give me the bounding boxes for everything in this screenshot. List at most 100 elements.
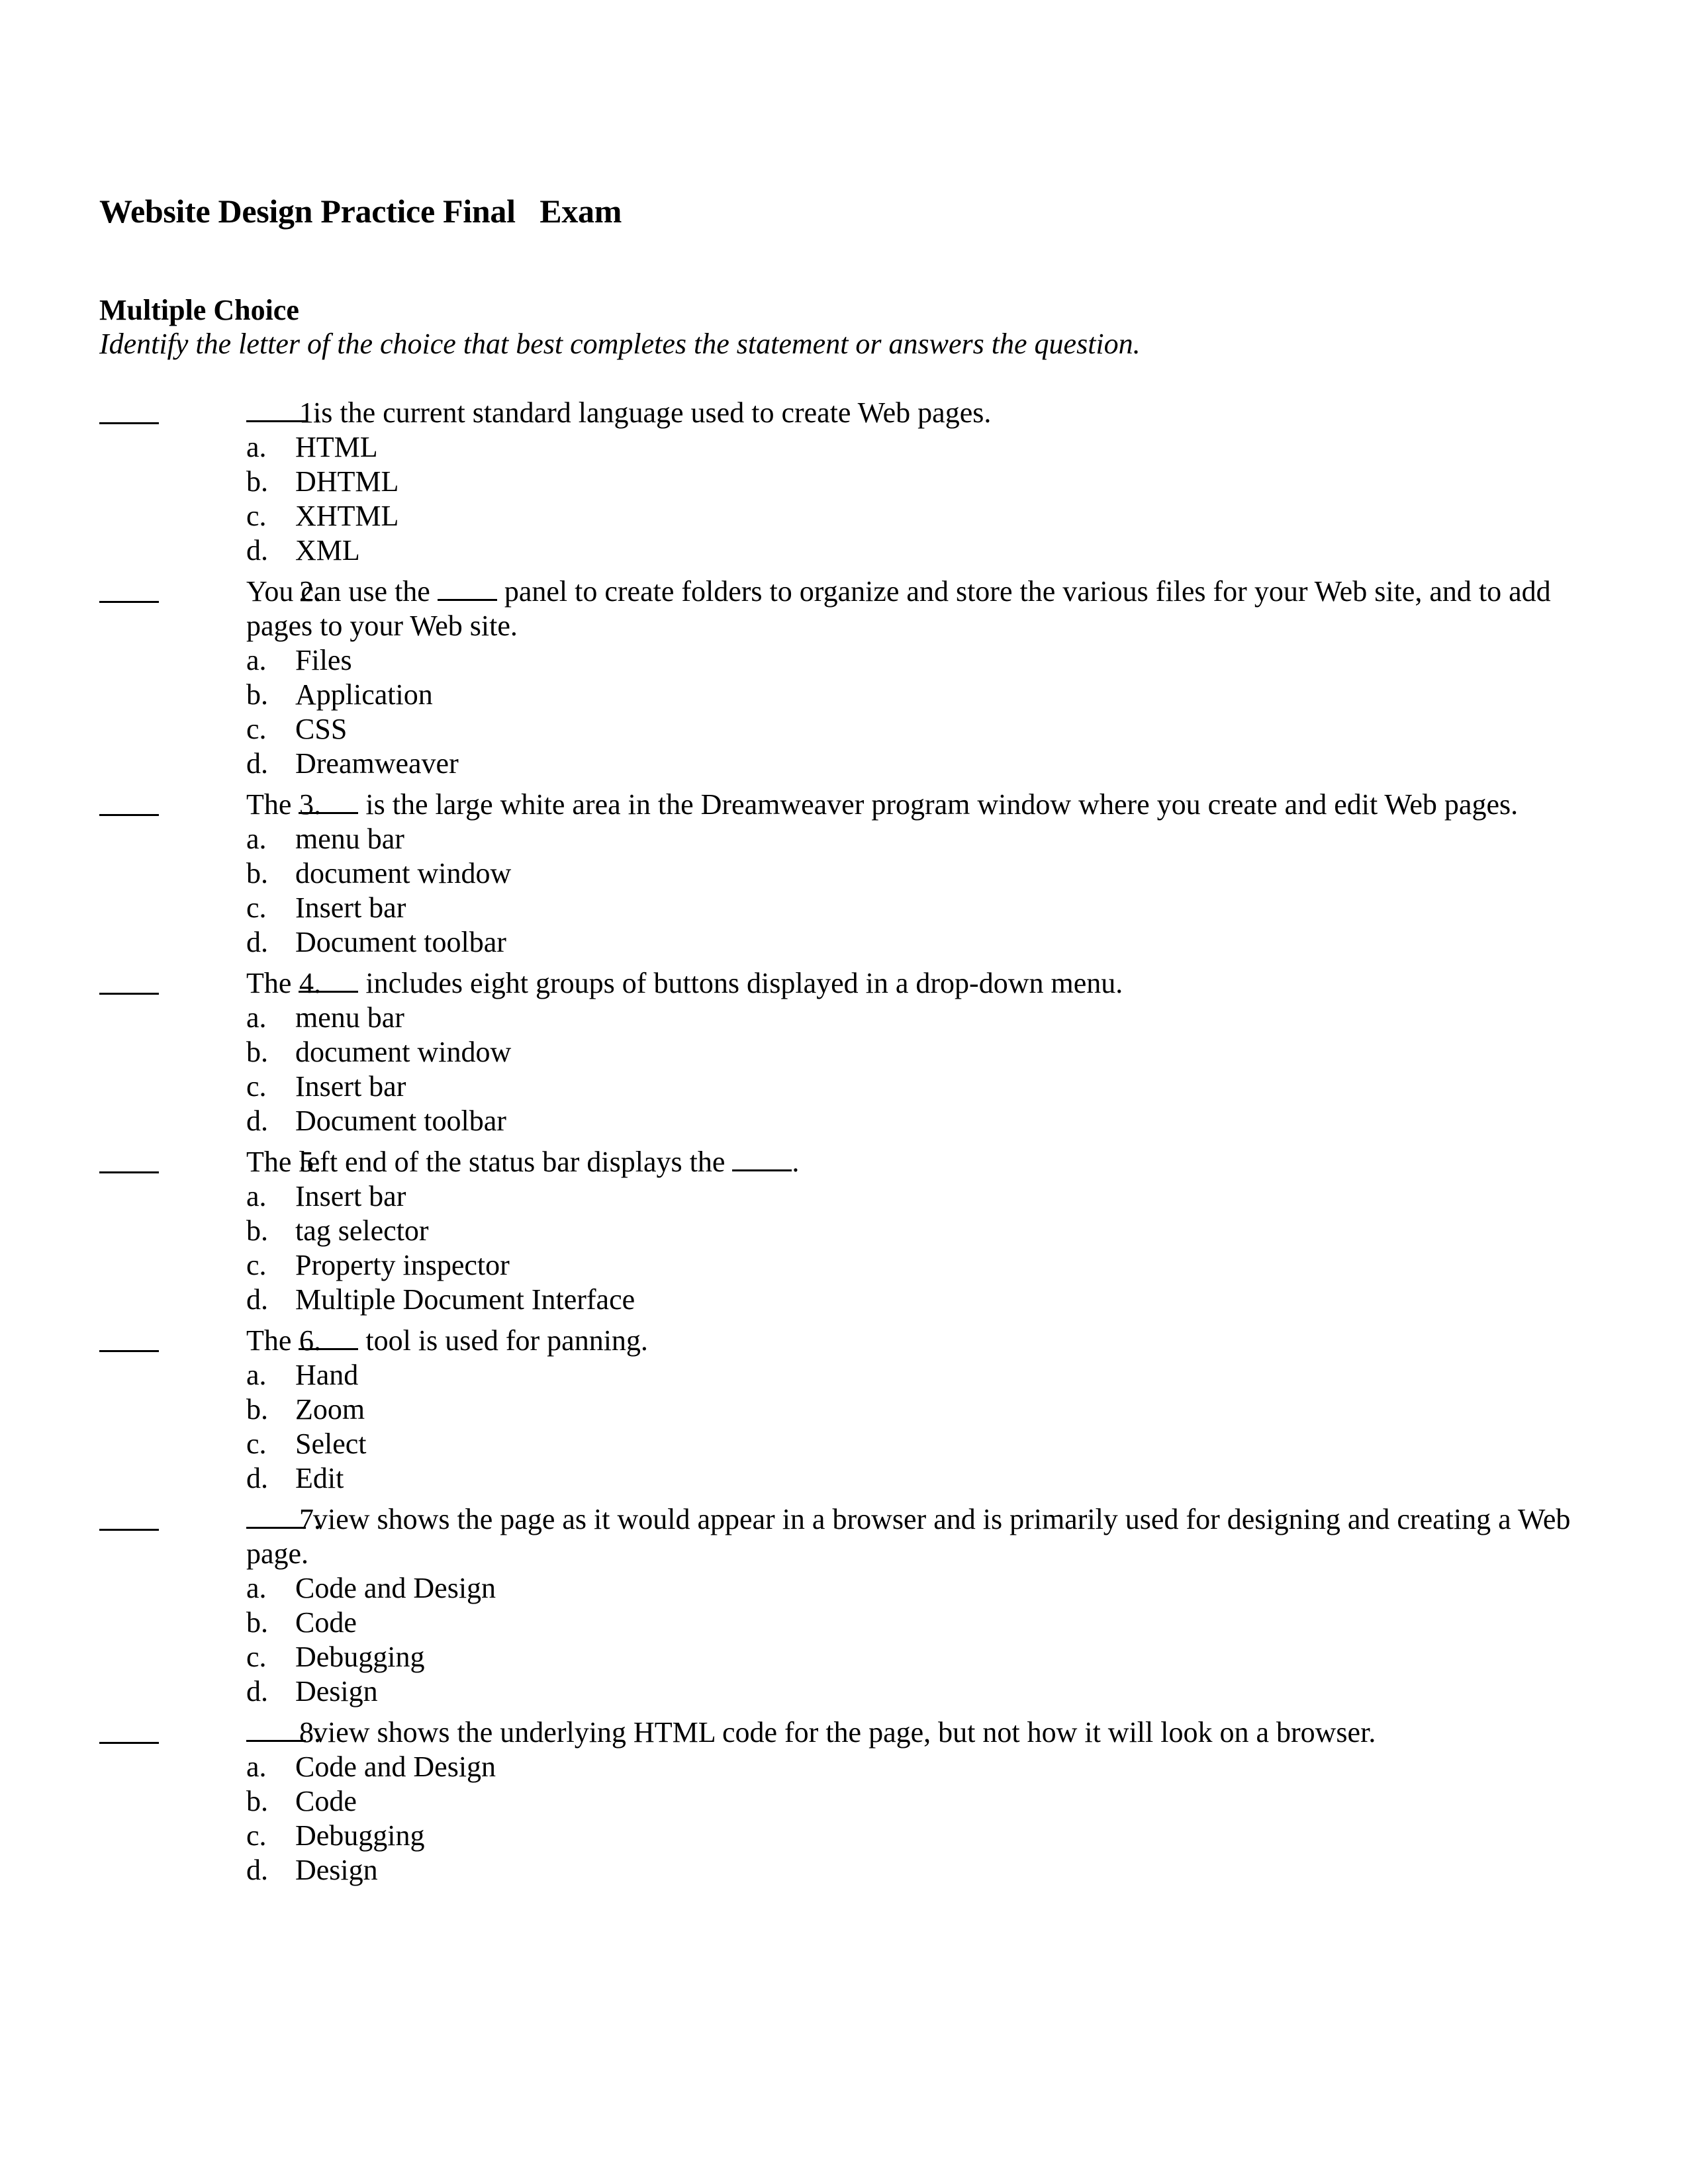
option-text: Code (295, 1606, 357, 1639)
option-letter: a. (246, 1180, 267, 1212)
question-number: 5. (299, 1146, 321, 1178)
answer-blank[interactable] (99, 1715, 159, 1744)
question-list: 1. is the current standard language used… (99, 396, 1595, 1894)
question-stem: The includes eight groups of buttons dis… (246, 966, 1590, 1001)
question-stem: The left end of the status bar displays … (246, 1145, 1590, 1179)
option-letter: d. (246, 747, 268, 780)
option-text: document window (295, 1036, 512, 1068)
answer-blank[interactable] (99, 574, 159, 603)
option-letter: c. (246, 1428, 267, 1460)
answer-blank[interactable] (99, 396, 159, 424)
option-text: Document toolbar (295, 1105, 506, 1137)
option-letter: d. (246, 1854, 268, 1886)
answer-option: c. Debugging (246, 1819, 1595, 1853)
question-row: 3. The is the large white area in the Dr… (99, 788, 1595, 822)
option-text: Select (295, 1428, 367, 1460)
stem-after: tool is used for panning. (358, 1324, 648, 1357)
answer-blank[interactable] (99, 1502, 159, 1531)
question-row: 2. You can use the panel to create folde… (99, 574, 1595, 643)
answer-blank[interactable] (99, 788, 159, 816)
option-list: a. Code and Design b. Code c. Debugging d. D… (246, 1571, 1595, 1709)
answer-option: d. Multiple Document Interface (246, 1283, 1595, 1317)
question-stem: The tool is used for panning. (246, 1324, 1590, 1358)
question-item: 8. view shows the underlying HTML code f… (99, 1715, 1595, 1888)
document-title: Website Design Practice Final Exam (99, 193, 622, 230)
answer-blank[interactable] (99, 966, 159, 995)
answer-option: d. Edit (246, 1461, 1595, 1496)
option-letter: d. (246, 534, 268, 567)
question-item: 3. The is the large white area in the Dr… (99, 788, 1595, 960)
option-letter: a. (246, 1572, 267, 1604)
answer-blank[interactable] (99, 1145, 159, 1173)
answer-option: a. Code and Design (246, 1750, 1595, 1784)
option-letter: c. (246, 1249, 267, 1281)
option-text: Code (295, 1785, 357, 1817)
stem-after: includes eight groups of buttons display… (358, 967, 1123, 999)
option-text: Edit (295, 1462, 344, 1494)
question-row: 6. The tool is used for panning. (99, 1324, 1595, 1358)
answer-option: a. Insert bar (246, 1179, 1595, 1214)
option-text: menu bar (295, 823, 404, 855)
option-text: XML (295, 534, 360, 567)
answer-option: c. Debugging (246, 1640, 1595, 1674)
instructions-text: Identify the letter of the choice that b… (99, 328, 1141, 360)
option-letter: d. (246, 1283, 268, 1316)
option-text: document window (295, 857, 512, 889)
answer-option: d. Design (246, 1853, 1595, 1888)
option-text: Document toolbar (295, 926, 506, 958)
question-row: 8. view shows the underlying HTML code f… (99, 1715, 1595, 1750)
answer-option: b. document window (246, 856, 1595, 891)
option-text: tag selector (295, 1214, 429, 1247)
option-text: Design (295, 1675, 378, 1707)
question-number: 4. (299, 967, 321, 999)
answer-option: a. menu bar (246, 1001, 1595, 1035)
option-list: a. Files b. Application c. CSS d. Dreamweave… (246, 643, 1595, 781)
option-letter: b. (246, 1214, 268, 1247)
answer-option: a. HTML (246, 430, 1595, 465)
question-item: 7. view shows the page as it would appea… (99, 1502, 1595, 1709)
option-letter: d. (246, 1105, 268, 1137)
option-text: Multiple Document Interface (295, 1283, 635, 1316)
stem-after: view shows the page as it would appear i… (246, 1503, 1571, 1570)
answer-option: d. Document toolbar (246, 1104, 1595, 1138)
option-list: a. Hand b. Zoom c. Select d. Edit (246, 1358, 1595, 1496)
answer-option: d. Dreamweaver (246, 747, 1595, 781)
answer-option: d. Document toolbar (246, 925, 1595, 960)
option-letter: a. (246, 431, 267, 463)
option-text: Insert bar (295, 1070, 406, 1103)
option-letter: a. (246, 823, 267, 855)
question-number: 6. (299, 1324, 321, 1357)
answer-option: b. Application (246, 678, 1595, 712)
question-stem: You can use the panel to create folders … (246, 574, 1590, 643)
option-text: Application (295, 678, 433, 711)
option-list: a. menu bar b. document window c. Insert ba… (246, 822, 1595, 960)
option-letter: c. (246, 1070, 267, 1103)
answer-option: b. document window (246, 1035, 1595, 1069)
stem-after: view shows the underlying HTML code for … (306, 1716, 1376, 1749)
question-stem: view shows the underlying HTML code for … (246, 1715, 1590, 1750)
option-text: HTML (295, 431, 378, 463)
answer-option: a. Code and Design (246, 1571, 1595, 1606)
option-letter: b. (246, 1036, 268, 1068)
option-letter: c. (246, 713, 267, 745)
option-list: a. menu bar b. document window c. Insert ba… (246, 1001, 1595, 1138)
question-number: 3. (299, 788, 321, 821)
answer-option: a. menu bar (246, 822, 1595, 856)
answer-option: b. Zoom (246, 1392, 1595, 1427)
option-text: Code and Design (295, 1751, 496, 1783)
option-text: Hand (295, 1359, 359, 1391)
option-text: Zoom (295, 1393, 365, 1426)
answer-blank[interactable] (99, 1324, 159, 1352)
option-letter: a. (246, 1001, 267, 1034)
question-number: 2. (299, 575, 321, 608)
option-letter: c. (246, 1641, 267, 1673)
option-list: a. Code and Design b. Code c. Debugging d. D… (246, 1750, 1595, 1888)
question-stem: view shows the page as it would appear i… (246, 1502, 1590, 1571)
option-text: Dreamweaver (295, 747, 459, 780)
stem-after: is the current standard language used to… (306, 396, 992, 429)
question-item: 2. You can use the panel to create folde… (99, 574, 1595, 781)
answer-option: c. CSS (246, 712, 1595, 747)
question-item: 1. is the current standard language used… (99, 396, 1595, 568)
option-letter: a. (246, 1359, 267, 1391)
option-letter: b. (246, 1606, 268, 1639)
